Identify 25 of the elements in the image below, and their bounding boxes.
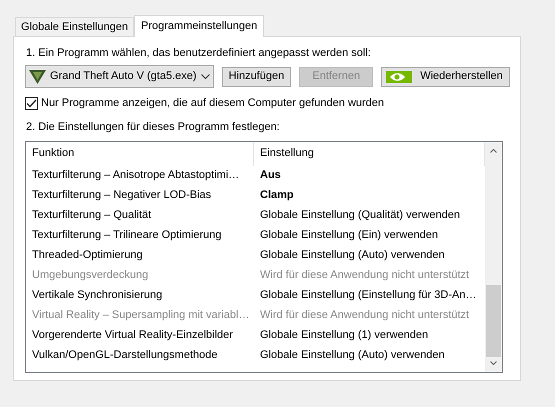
setting-cell[interactable]: Aus [254,167,281,184]
step-label: 2. Die Einstellungen für dieses Programm festlegen: [26,120,281,134]
feature-cell[interactable]: Threaded-Optimierung [26,247,254,264]
tab[interactable]: Globale Einstellungen [15,17,134,36]
setting-cell[interactable]: Globale Einstellung (Auto) verwenden [254,247,445,264]
tab[interactable]: Programmeinstellungen [134,15,264,37]
step-label: 1. Ein Programm wählen, das benutzerdefiniert angepasst werden soll: [26,46,372,61]
setting-cell[interactable]: Globale Einstellung (Auto) verwenden [254,347,445,364]
setting-cell[interactable]: Globale Einstellung (Ein) verwenden [254,227,438,244]
action-button[interactable]: Hinzufügen [222,66,292,86]
feature-cell[interactable]: Vorgerenderte Virtual Reality-Einzelbilder [26,327,254,344]
program-dropdown[interactable]: Grand Theft Auto V (gta5.exe) [25,65,214,88]
checkbox-label[interactable]: Nur Programme anzeigen, die auf diesem Computer gefunden wurden [41,95,384,112]
setting-cell[interactable]: Globale Einstellung (Qualität) verwenden [254,207,460,224]
column-header[interactable]: Funktion [26,142,254,166]
action-button[interactable]: Wiederherstellen [381,66,510,86]
feature-cell[interactable]: Texturfilterung – Negativer LOD-Bias [26,187,254,204]
feature-cell[interactable]: Texturfilterung – Trilineare Optimierung [26,227,254,244]
setting-cell[interactable]: Globale Einstellung (Einstellung für 3D-An… [254,287,476,304]
feature-cell[interactable]: Vertikale Synchronisierung [26,287,254,304]
feature-cell[interactable]: Texturfilterung – Anisotrope Abtastoptimi… [26,167,254,184]
feature-cell[interactable]: Vulkan/OpenGL-Darstellungsmethode [26,347,254,364]
feature-cell[interactable]: Texturfilterung – Qualität [26,207,254,224]
setting-cell[interactable]: Clamp [254,187,294,204]
setting-cell[interactable]: Globale Einstellung (1) verwenden [254,327,428,344]
